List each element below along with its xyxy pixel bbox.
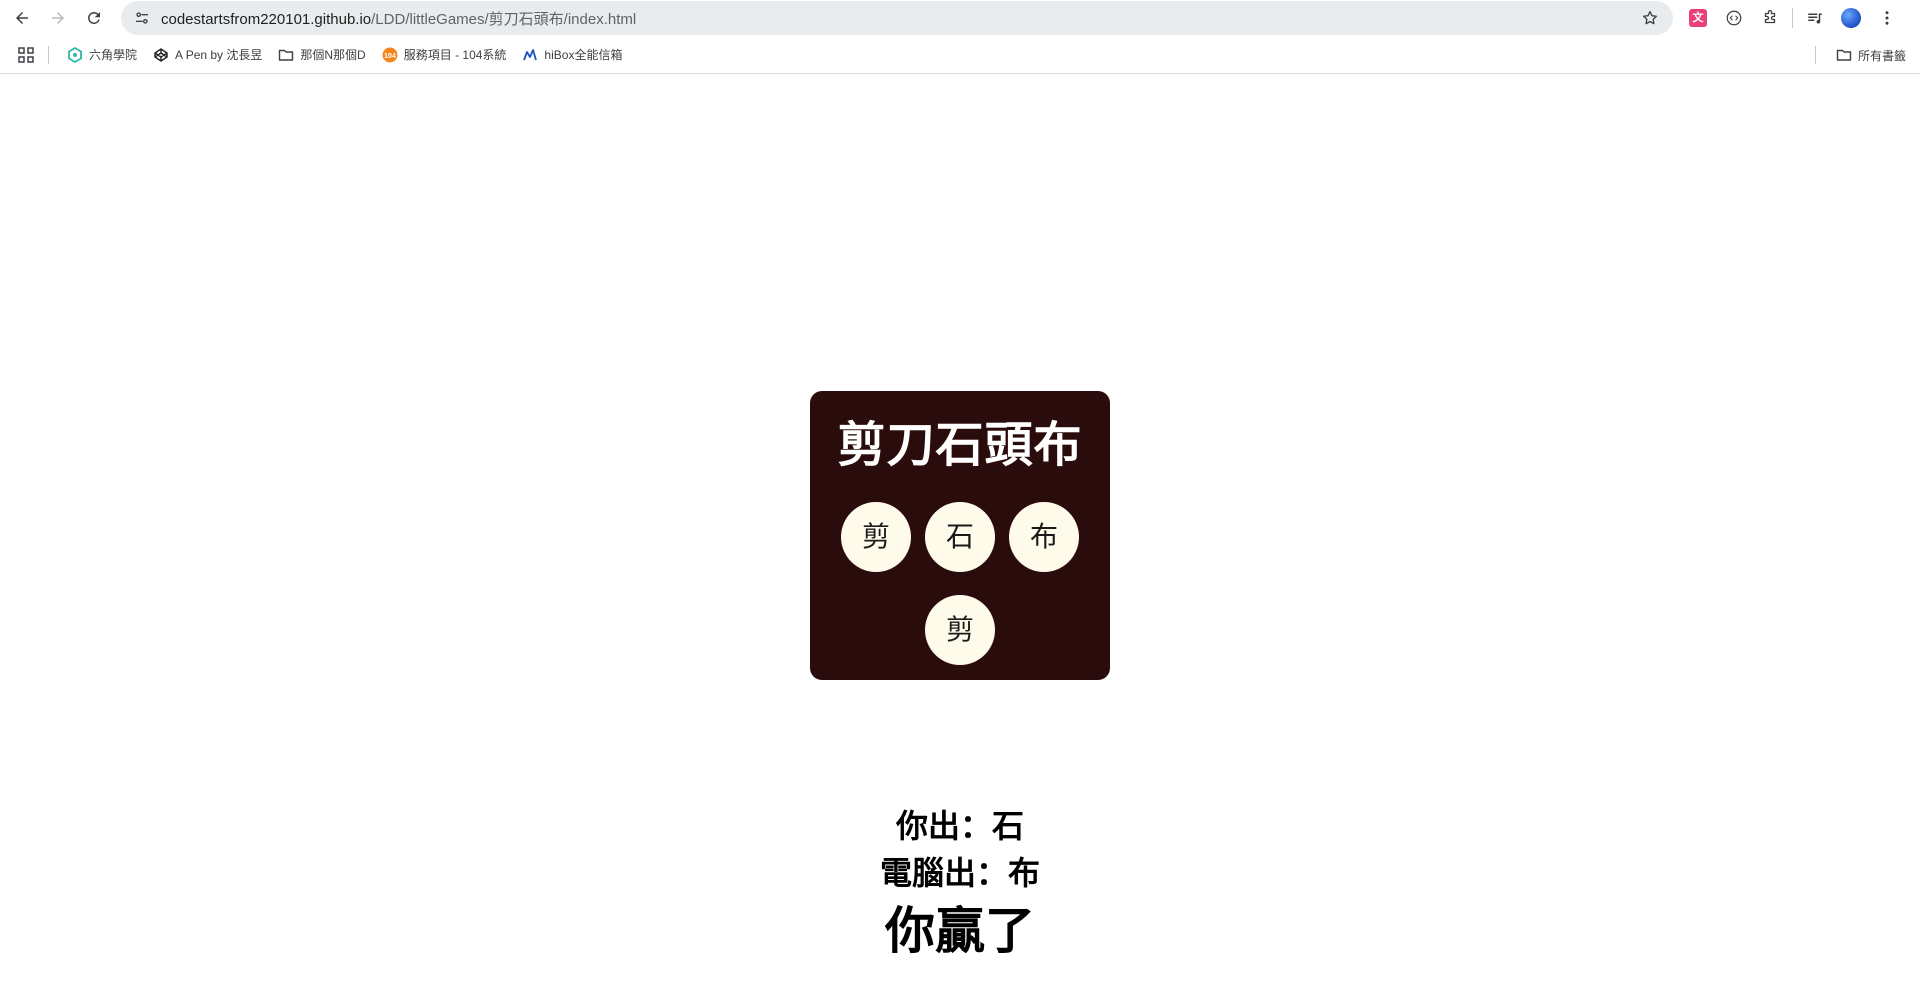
computer-choice-text: 電腦出：布 — [879, 854, 1040, 892]
bookmark-label: A Pen by 沈長昱 — [175, 48, 263, 62]
hexschool-icon — [67, 46, 83, 63]
translate-icon: 文 — [1689, 9, 1707, 27]
apps-grid-icon[interactable] — [18, 46, 34, 63]
scissors-button[interactable]: 剪 — [841, 502, 911, 572]
extension-button[interactable] — [1716, 0, 1752, 36]
profile-button[interactable] — [1833, 0, 1869, 36]
url-host: codestartsfrom220101.github.io — [161, 10, 372, 28]
computer-choice-display: 剪 — [925, 595, 995, 665]
player-choice-text: 你出：石 — [895, 807, 1024, 845]
bookmark-hexschool[interactable]: 六角學院 — [59, 41, 145, 69]
bookmarks-divider — [48, 45, 49, 64]
media-control-button[interactable] — [1797, 0, 1833, 36]
bookmark-104[interactable]: 104 服務項目 - 104系統 — [374, 41, 515, 69]
puzzle-icon — [1764, 9, 1776, 24]
game-card: 剪刀石頭布 剪 石 布 剪 — [810, 391, 1110, 680]
reload-button[interactable] — [76, 0, 112, 36]
svg-text:104: 104 — [384, 53, 396, 60]
browser-toolbar: codestartsfrom220101.github.io/LDD/littl… — [0, 0, 1920, 36]
bookmark-folder[interactable]: 那個N那個D — [270, 41, 373, 69]
circle-code-icon — [1726, 10, 1742, 26]
arrow-right-icon — [52, 12, 64, 24]
codepen-icon — [153, 47, 169, 63]
bookmark-label: hiBox全能信箱 — [544, 48, 623, 62]
browser-menu-button[interactable] — [1869, 0, 1905, 36]
tune-icon — [136, 12, 148, 24]
bookmark-star-icon[interactable] — [1641, 9, 1659, 27]
game-title: 剪刀石頭布 — [837, 417, 1083, 473]
paper-button[interactable]: 布 — [1009, 502, 1079, 572]
bookmark-hibox[interactable]: hiBox全能信箱 — [514, 41, 630, 69]
arrow-left-icon — [16, 12, 28, 24]
site-info-button[interactable] — [125, 1, 159, 35]
forward-button[interactable] — [40, 0, 76, 36]
bookmark-label: 六角學院 — [89, 48, 138, 62]
toolbar-divider — [1792, 8, 1793, 28]
avatar — [1841, 8, 1861, 28]
translate-extension-button[interactable]: 文 — [1680, 0, 1716, 36]
bookmark-label: 那個N那個D — [300, 48, 366, 62]
reload-icon — [87, 11, 100, 24]
extensions-area: 文 — [1680, 0, 1905, 36]
bookmarks-bar: 六角學院 A Pen by 沈長昱 那個N那個D 104 服務項目 - 104系… — [0, 36, 1920, 74]
outcome-text: 你贏了 — [885, 902, 1035, 960]
more-vertical-icon — [1885, 11, 1889, 25]
bookmarks-divider — [1815, 46, 1816, 64]
url-text[interactable]: codestartsfrom220101.github.io/LDD/littl… — [161, 8, 636, 29]
back-button[interactable] — [4, 0, 40, 36]
url-path: /LDD/littleGames/剪刀石頭布/index.html — [371, 10, 637, 28]
bookmark-codepen[interactable]: A Pen by 沈長昱 — [145, 41, 270, 69]
address-bar[interactable]: codestartsfrom220101.github.io/LDD/littl… — [121, 1, 1673, 35]
all-bookmarks-label: 所有書籤 — [1857, 48, 1906, 63]
104-icon: 104 — [382, 47, 398, 63]
folder-icon — [278, 47, 294, 63]
extensions-menu-button[interactable] — [1752, 0, 1788, 36]
bookmark-label: 服務項目 - 104系統 — [403, 48, 507, 62]
playlist-icon — [1808, 13, 1822, 24]
folder-icon — [1836, 47, 1852, 63]
hibox-icon — [522, 47, 538, 63]
all-bookmarks-button[interactable]: 所有書籤 — [1828, 41, 1914, 69]
rock-button[interactable]: 石 — [925, 502, 995, 572]
